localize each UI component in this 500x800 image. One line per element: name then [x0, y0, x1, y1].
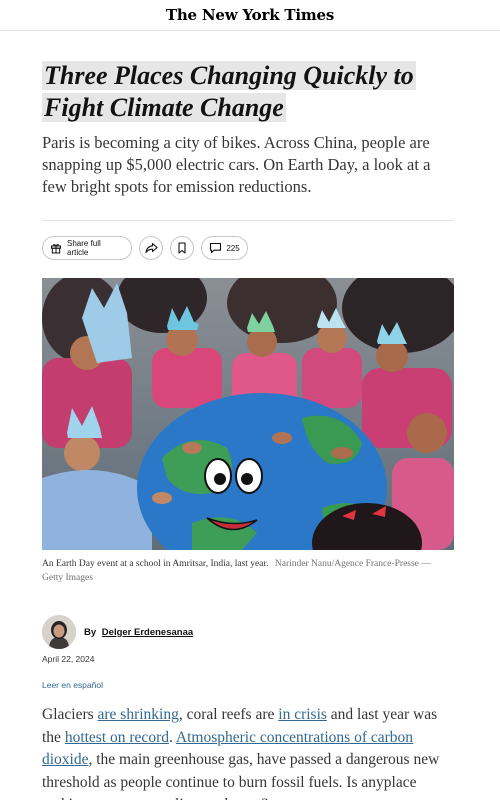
article-toolbar: Share full article 225: [42, 236, 454, 260]
author-avatar[interactable]: [42, 615, 76, 649]
bookmark-icon: [177, 242, 187, 254]
headline-line-2: Fight Climate Change: [42, 93, 286, 122]
lead-photo[interactable]: [42, 278, 454, 550]
byline-prefix: By: [84, 626, 97, 638]
nyt-logo[interactable]: The New York Times: [166, 6, 334, 24]
headline: Three Places Changing Quickly to Fight C…: [42, 60, 454, 124]
link-in-crisis[interactable]: in crisis: [278, 706, 327, 723]
publish-date: April 22, 2024: [42, 654, 95, 664]
body-text-5: , the main greenhouse gas, have passed a…: [42, 751, 440, 800]
comments-button[interactable]: 225: [201, 236, 248, 260]
byline-text: By Delger Erdenesanaa: [84, 627, 193, 638]
summary-dek: Paris is becoming a city of bikes. Acros…: [42, 133, 431, 196]
comment-icon: [209, 242, 222, 254]
top-bar: The New York Times: [0, 0, 500, 31]
save-button[interactable]: [170, 236, 194, 260]
share-full-article-button[interactable]: Share full article: [42, 236, 132, 260]
byline: By Delger Erdenesanaa: [42, 615, 454, 649]
caption-text: An Earth Day event at a school in Amrits…: [42, 559, 269, 569]
article: Three Places Changing Quickly to Fight C…: [42, 60, 454, 800]
share-arrow-icon: [144, 242, 158, 254]
earth-day-photo: [42, 278, 454, 550]
link-are-shrinking[interactable]: are shrinking: [98, 706, 179, 723]
photo-caption: An Earth Day event at a school in Amrits…: [42, 557, 454, 585]
body-text-4: .: [168, 728, 176, 746]
share-label: Share full article: [67, 239, 101, 257]
gift-icon: [50, 242, 62, 254]
body-text-2: , coral reefs are: [178, 706, 279, 723]
divider: [42, 220, 454, 221]
share-button[interactable]: [139, 236, 163, 260]
headline-line-1: Three Places Changing Quickly to: [42, 61, 416, 90]
article-body-paragraph: Glaciers are shrinking, coral reefs are …: [42, 704, 454, 800]
comment-count: 225: [226, 243, 240, 253]
author-link[interactable]: Delger Erdenesanaa: [102, 627, 193, 638]
link-hottest-on-record[interactable]: hottest on record: [65, 729, 169, 746]
body-text-1: Glaciers: [42, 706, 98, 723]
spanish-version-link[interactable]: Leer en español: [42, 680, 454, 690]
